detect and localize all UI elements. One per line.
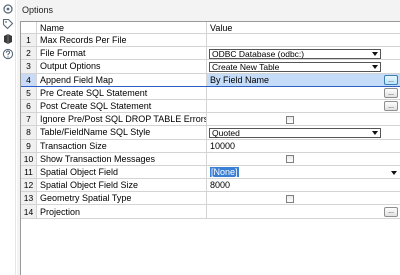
ignore-sql-errors-checkbox[interactable] xyxy=(286,115,294,124)
dropdown-value: ODBC Database (odbc:) xyxy=(212,48,305,59)
option-row-2[interactable]: 2 File Format ODBC Database (odbc:) xyxy=(21,47,400,61)
option-row-13[interactable]: 13 Geometry Spatial Type xyxy=(21,192,400,206)
option-row-14[interactable]: 14 Projection ... xyxy=(21,205,400,219)
option-name: Ignore Pre/Post SQL DROP TABLE Errors xyxy=(37,113,207,126)
option-row-4[interactable]: 4 Append Field Map By Field Name ... xyxy=(21,73,400,87)
file-format-cell: ODBC Database (odbc:) xyxy=(207,47,400,59)
max-records-field[interactable] xyxy=(207,34,400,46)
option-row-6[interactable]: 6 Post Create SQL Statement ... xyxy=(21,99,400,114)
option-name: Post Create SQL Statement xyxy=(37,99,207,113)
option-name: Table/FieldName SQL Style xyxy=(37,126,207,139)
header-num-cell xyxy=(21,22,37,33)
option-row-3[interactable]: 3 Output Options Create New Table xyxy=(21,60,400,74)
post-create-sql-cell[interactable]: ... xyxy=(207,100,400,112)
output-options-dropdown[interactable]: Create New Table xyxy=(209,61,381,72)
annotation-icon[interactable] xyxy=(2,33,14,45)
chevron-down-icon[interactable] xyxy=(372,51,378,56)
option-row-5[interactable]: 5 Pre Create SQL Statement ... xyxy=(21,86,400,100)
append-field-map-cell[interactable]: By Field Name ... xyxy=(207,73,400,86)
pre-create-sql-ellipsis-button[interactable]: ... xyxy=(384,88,398,99)
option-name: Max Records Per File xyxy=(37,34,207,47)
option-name: Geometry Spatial Type xyxy=(37,192,207,205)
row-number: 9 xyxy=(21,139,37,152)
option-name: Show Transaction Messages xyxy=(37,152,207,165)
pre-create-sql-cell[interactable]: ... xyxy=(207,87,400,99)
ignore-sql-errors-cell xyxy=(207,113,400,125)
tag-icon[interactable] xyxy=(2,18,14,30)
option-name: File Format xyxy=(37,47,207,60)
option-value: [None] xyxy=(210,166,239,177)
settings-icon[interactable] xyxy=(2,3,14,15)
row-number: 8 xyxy=(21,126,37,139)
append-field-map-ellipsis-button[interactable]: ... xyxy=(384,75,398,86)
row-number: 5 xyxy=(21,86,37,99)
geometry-spatial-type-cell xyxy=(207,192,400,204)
option-name: Pre Create SQL Statement xyxy=(37,86,207,99)
option-name: Output Options xyxy=(37,60,207,73)
show-messages-cell xyxy=(207,153,400,165)
projection-ellipsis-button[interactable]: ... xyxy=(384,206,398,217)
options-panel: Options Name Value 1 Max Records Per Fil… xyxy=(17,0,400,275)
sql-style-cell: Quoted xyxy=(207,126,400,138)
grid-header: Name Value xyxy=(21,22,400,34)
option-value: By Field Name xyxy=(210,74,270,85)
option-row-10[interactable]: 10 Show Transaction Messages xyxy=(21,152,400,166)
option-name: Spatial Object Field Size xyxy=(37,179,207,192)
row-number: 12 xyxy=(21,179,37,192)
row-number: 11 xyxy=(21,165,37,179)
option-row-11[interactable]: 11 Spatial Object Field [None] xyxy=(21,165,400,180)
dropdown-value: Quoted xyxy=(212,127,240,138)
file-format-dropdown[interactable]: ODBC Database (odbc:) xyxy=(209,48,381,59)
chevron-down-icon[interactable] xyxy=(372,64,378,69)
row-number: 7 xyxy=(21,113,37,126)
show-transaction-messages-checkbox[interactable] xyxy=(286,155,294,164)
option-row-9[interactable]: 9 Transaction Size 10000 xyxy=(21,139,400,153)
row-number: 10 xyxy=(21,152,37,165)
row-number: 4 xyxy=(21,73,37,86)
row-number: 3 xyxy=(21,60,37,73)
transaction-size-field[interactable]: 10000 xyxy=(207,140,400,152)
option-name: Append Field Map xyxy=(37,73,207,86)
chevron-down-icon[interactable] xyxy=(372,130,378,135)
row-number: 1 xyxy=(21,34,37,47)
header-name: Name xyxy=(37,22,207,33)
chevron-down-icon[interactable] xyxy=(391,170,397,175)
property-grid: Name Value 1 Max Records Per File 2 File… xyxy=(20,21,400,275)
header-value: Value xyxy=(210,22,233,33)
spatial-field-size-field[interactable]: 8000 xyxy=(207,179,400,191)
side-toolbar xyxy=(0,0,16,275)
option-name: Transaction Size xyxy=(37,139,207,152)
spatial-object-field-dropdown[interactable]: [None] xyxy=(207,166,400,178)
option-row-12[interactable]: 12 Spatial Object Field Size 8000 xyxy=(21,179,400,193)
row-number: 6 xyxy=(21,99,37,113)
output-options-cell: Create New Table xyxy=(207,60,400,72)
sql-style-dropdown[interactable]: Quoted xyxy=(209,127,381,138)
dropdown-value: Create New Table xyxy=(212,61,280,72)
option-name: Spatial Object Field xyxy=(37,165,207,179)
row-number: 13 xyxy=(21,192,37,205)
help-icon[interactable] xyxy=(2,48,14,60)
row-number: 2 xyxy=(21,47,37,60)
option-row-1[interactable]: 1 Max Records Per File xyxy=(21,34,400,48)
option-row-8[interactable]: 8 Table/FieldName SQL Style Quoted xyxy=(21,126,400,140)
option-row-7[interactable]: 7 Ignore Pre/Post SQL DROP TABLE Errors xyxy=(21,113,400,127)
post-create-sql-ellipsis-button[interactable]: ... xyxy=(384,101,398,112)
projection-cell[interactable]: ... xyxy=(207,205,400,217)
panel-title: Options xyxy=(22,5,54,15)
option-name: Projection xyxy=(37,205,207,218)
row-number: 14 xyxy=(21,205,37,218)
geometry-spatial-type-checkbox[interactable] xyxy=(286,194,294,203)
